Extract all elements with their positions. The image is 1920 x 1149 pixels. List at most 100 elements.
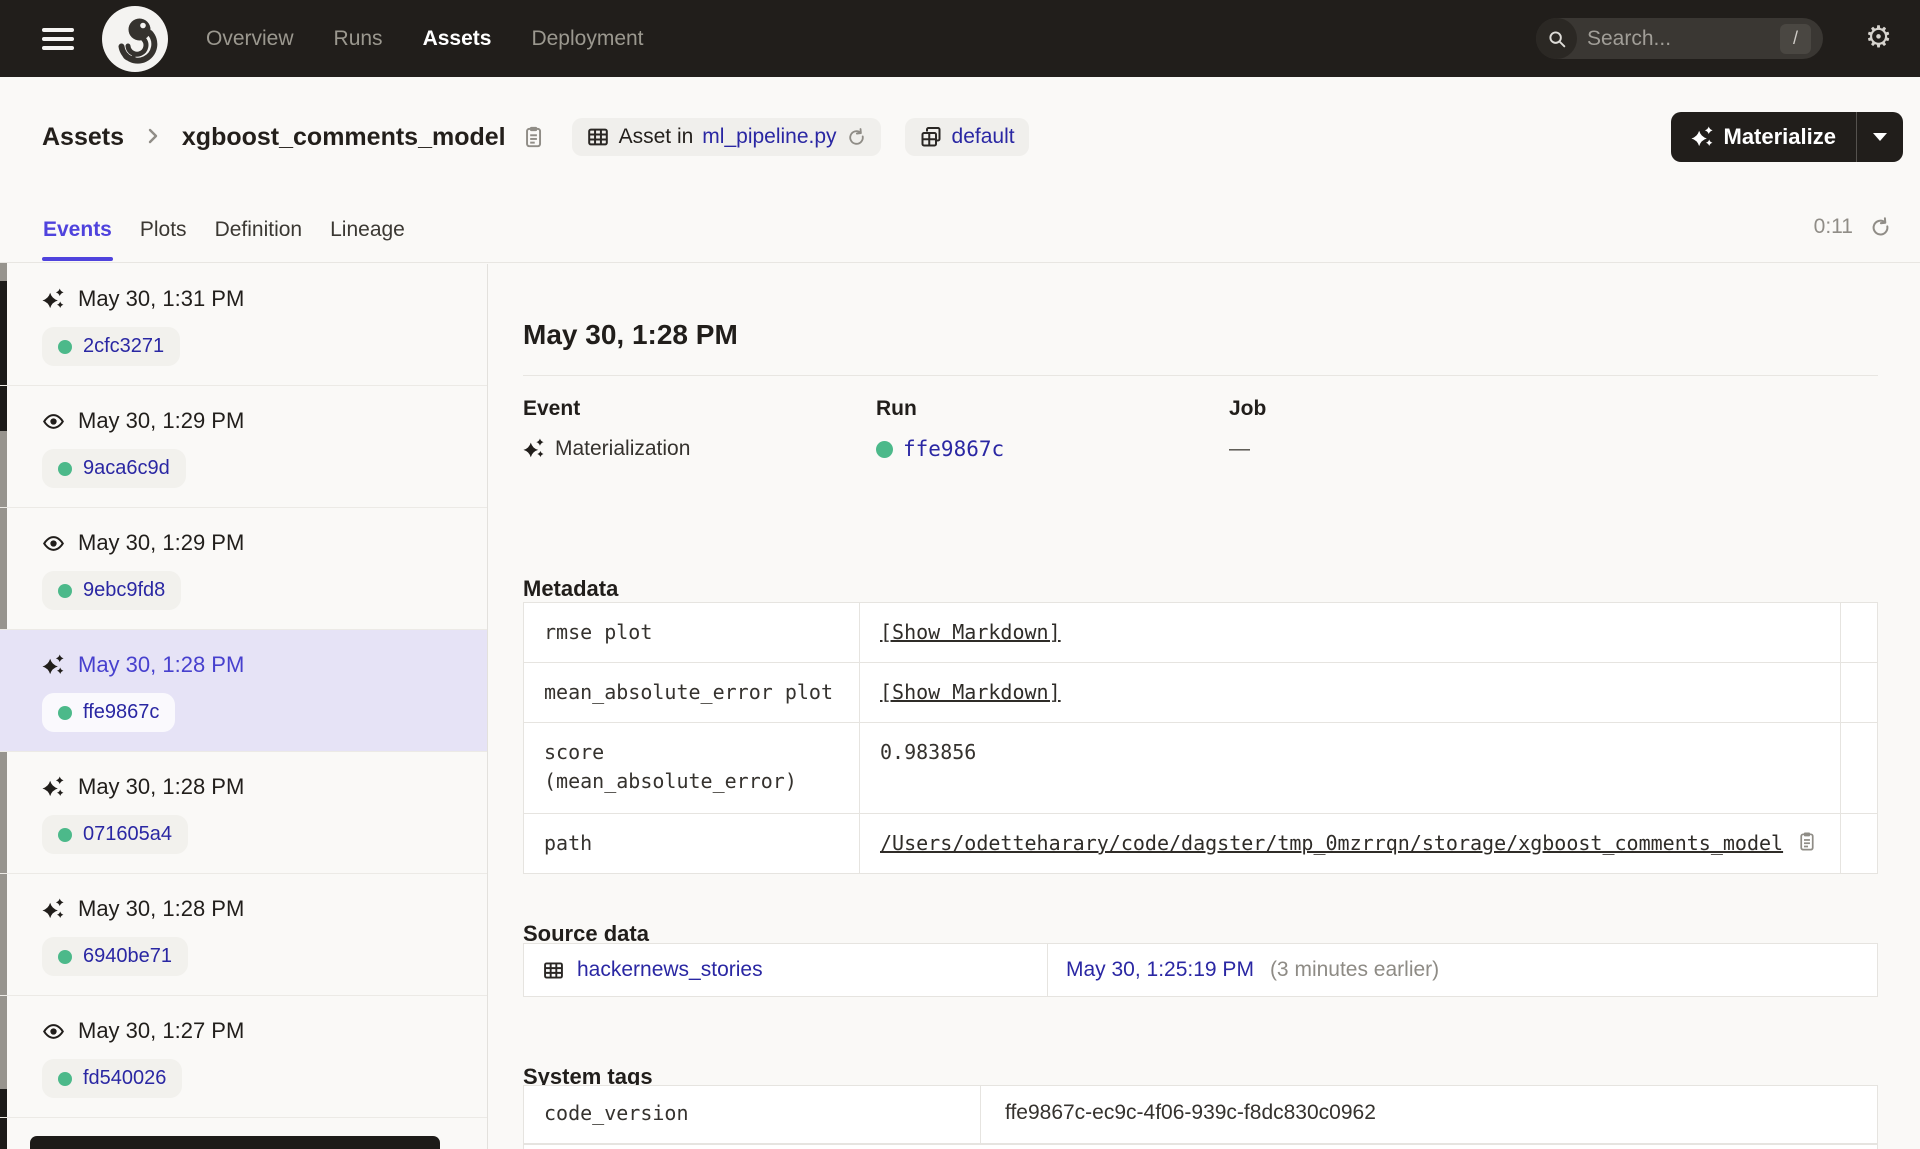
materialize-label: Materialize	[1723, 124, 1837, 149]
event-label: Event	[523, 397, 581, 420]
copy-asset-name-icon[interactable]	[520, 124, 546, 150]
metadata-key: score (mean_absolute_error)	[524, 723, 860, 813]
path-link[interactable]: /Users/odetteharary/code/dagster/tmp_0mz…	[880, 829, 1783, 858]
reload-definition-icon[interactable]	[846, 127, 867, 148]
sparkles-icon	[42, 775, 65, 799]
event-list-item[interactable]: May 30, 1:29 PM 9aca6c9d	[0, 386, 487, 508]
empty-cell	[1841, 603, 1881, 662]
run-id-link: 9ebc9fd8	[83, 579, 166, 601]
run-label: Run	[876, 397, 917, 420]
job-value: —	[1229, 437, 1250, 460]
copy-path-icon[interactable]	[1795, 830, 1818, 853]
auto-refresh-control: 0:11	[1814, 196, 1892, 258]
run-id-link: 9aca6c9d	[83, 457, 170, 479]
table-row: mean_absolute_error plot [Show Markdown]	[524, 663, 1877, 723]
run-id-link: fd540026	[83, 1067, 167, 1089]
asset-group-badge[interactable]: default	[904, 118, 1029, 156]
nav-item-assets[interactable]: Assets	[423, 27, 492, 51]
asset-table-icon	[542, 959, 565, 982]
table-row: score (mean_absolute_error) 0.983856	[524, 723, 1877, 814]
source-timestamp-note: (3 minutes earlier)	[1269, 958, 1440, 981]
eye-icon	[42, 1020, 65, 1043]
nav-item-runs[interactable]: Runs	[334, 27, 383, 51]
system-tag-key: code_version	[524, 1086, 981, 1143]
refresh-countdown: 0:11	[1813, 215, 1853, 238]
event-list-item[interactable]: May 30, 1:31 PM 2cfc3271	[0, 264, 487, 386]
dagster-logo[interactable]	[102, 5, 168, 72]
metadata-key: path	[524, 814, 860, 873]
system-tags-table: code_version ffe9867c-ec9c-4f06-939c-f8d…	[523, 1085, 1878, 1149]
run-status-dot	[58, 583, 72, 598]
table-row: rmse plot [Show Markdown]	[524, 603, 1877, 663]
chevron-right-icon	[141, 124, 165, 148]
asset-definition-badge: Asset in ml_pipeline.py	[571, 118, 881, 156]
sparkles-icon	[42, 653, 65, 677]
event-timestamp: May 30, 1:28 PM	[78, 774, 245, 799]
source-asset-link[interactable]: hackernews_stories	[577, 958, 763, 982]
tab-lineage[interactable]: Lineage	[329, 196, 406, 263]
eye-icon	[42, 410, 65, 433]
global-search[interactable]: /	[1536, 18, 1823, 59]
nav-item-deployment[interactable]: Deployment	[531, 27, 643, 51]
asset-in-label: Asset in	[618, 125, 694, 148]
eye-icon	[42, 532, 65, 555]
breadcrumb: Assets xgboost_comments_model	[42, 123, 506, 152]
event-timestamp: May 30, 1:29 PM	[78, 530, 245, 555]
pipeline-file-link[interactable]: ml_pipeline.py	[702, 125, 836, 149]
materialize-dropdown-button[interactable]	[1857, 112, 1903, 162]
event-list-item-selected[interactable]: May 30, 1:28 PM ffe9867c	[0, 630, 487, 752]
table-row: path /Users/odetteharary/code/dagster/tm…	[524, 814, 1877, 873]
breadcrumb-assets-link[interactable]: Assets	[42, 123, 124, 151]
event-list-item[interactable]: May 30, 1:28 PM 071605a4	[0, 752, 487, 874]
run-id-badge[interactable]: 6940be71	[42, 937, 188, 976]
materialize-split-button: Materialize	[1670, 112, 1903, 162]
tab-plots[interactable]: Plots	[139, 196, 188, 263]
event-timestamp: May 30, 1:29 PM	[78, 408, 245, 433]
run-id-badge[interactable]: ffe9867c	[42, 693, 176, 732]
search-input[interactable]	[1577, 26, 1780, 51]
tab-definition[interactable]: Definition	[214, 196, 304, 263]
event-list-item[interactable]: May 30, 1:28 PM 6940be71	[0, 874, 487, 996]
event-timestamp: May 30, 1:27 PM	[78, 1018, 245, 1043]
run-id-link: 2cfc3271	[83, 335, 165, 357]
run-id-link[interactable]: ffe9867c	[903, 437, 1004, 461]
metadata-key: rmse plot	[524, 603, 860, 662]
nav-item-overview[interactable]: Overview	[206, 27, 294, 51]
asset-name-title: xgboost_comments_model	[181, 122, 506, 151]
source-timestamp-link[interactable]: May 30, 1:25:19 PM	[1066, 958, 1254, 982]
run-id-badge[interactable]: fd540026	[42, 1059, 183, 1098]
run-status-dot	[58, 949, 72, 964]
asset-table-icon	[586, 125, 610, 149]
run-status-dot	[58, 339, 72, 354]
menu-icon[interactable]	[42, 27, 74, 50]
show-markdown-link[interactable]: [Show Markdown]	[880, 678, 1061, 707]
run-status-dot	[876, 440, 893, 458]
refresh-icon[interactable]	[1869, 216, 1892, 239]
tab-events[interactable]: Events	[42, 196, 113, 263]
sparkles-icon	[523, 438, 544, 458]
event-timestamp: May 30, 1:28 PM	[78, 896, 245, 921]
top-navigation-bar: Overview Runs Assets Deployment / ⚙	[0, 0, 1920, 77]
event-list-item[interactable]: May 30, 1:27 PM fd540026	[0, 996, 487, 1118]
empty-cell	[1841, 814, 1881, 873]
run-id-link: ffe9867c	[83, 701, 160, 723]
asset-group-link: default	[951, 125, 1015, 148]
asset-header: Assets xgboost_comments_model Asset in m…	[42, 112, 1029, 162]
primary-nav: Overview Runs Assets Deployment	[206, 27, 644, 51]
run-id-badge[interactable]: 9ebc9fd8	[42, 571, 182, 610]
asset-group-icon	[919, 125, 943, 149]
source-data-table: hackernews_stories May 30, 1:25:19 PM (3…	[523, 943, 1878, 997]
materialize-button[interactable]: Materialize	[1671, 112, 1857, 162]
gear-icon[interactable]: ⚙	[1865, 22, 1892, 54]
event-list-item[interactable]: May 30, 1:29 PM 9ebc9fd8	[0, 508, 487, 630]
run-id-badge[interactable]: 2cfc3271	[42, 327, 181, 366]
run-status-dot	[58, 1071, 72, 1086]
empty-cell	[1841, 723, 1881, 813]
run-id-badge[interactable]: 071605a4	[42, 815, 188, 854]
show-markdown-link[interactable]: [Show Markdown]	[880, 618, 1061, 647]
metadata-heading: Metadata	[523, 576, 619, 602]
dagster-app-window: Overview Runs Assets Deployment / ⚙ Asse…	[0, 0, 1920, 1149]
run-id-badge[interactable]: 9aca6c9d	[42, 449, 186, 488]
run-id-link: 071605a4	[83, 823, 172, 845]
sparkles-icon	[42, 287, 65, 311]
